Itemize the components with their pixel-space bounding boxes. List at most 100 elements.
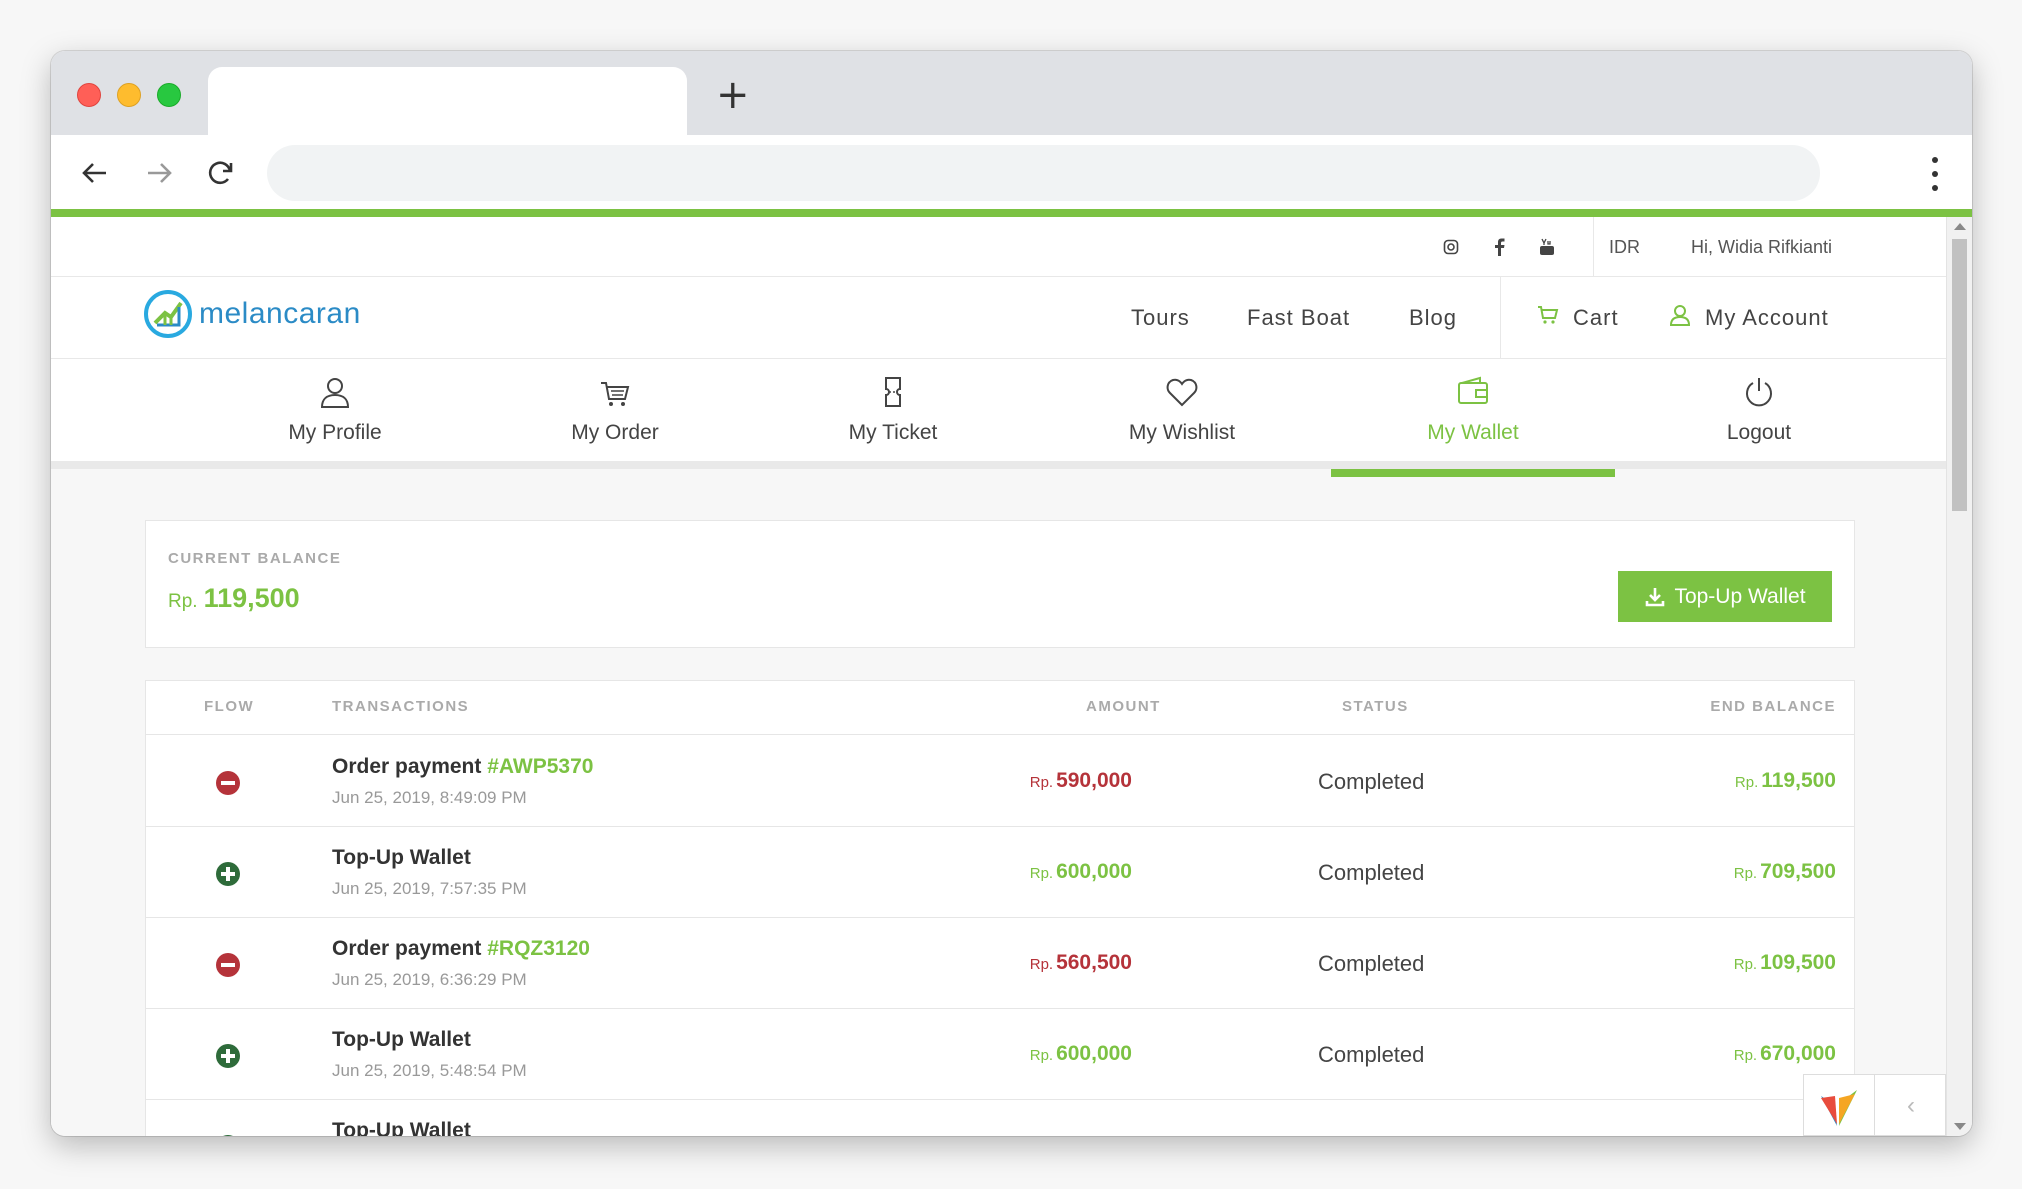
order-link[interactable]: #RQZ3120 [487, 937, 590, 960]
nav-tours[interactable]: Tours [1131, 305, 1190, 331]
account-menu-my-wallet[interactable]: My Wallet [1331, 359, 1615, 477]
transaction-type: Order payment [332, 755, 482, 778]
minus-circle-icon [216, 953, 240, 977]
table-row[interactable]: Order payment #RQZ3120 Jun 25, 2019, 6:3… [146, 918, 1854, 1009]
transaction-status: Completed [1318, 1042, 1425, 1067]
transaction-date: Jun 25, 2019, 8:49:09 PM [332, 788, 527, 807]
amount-value: 560,500 [1056, 951, 1132, 974]
debug-logo-icon[interactable] [1804, 1075, 1875, 1136]
menu-dot-icon [1932, 157, 1938, 163]
transaction-status: Completed [1318, 951, 1425, 976]
currency-selector[interactable]: IDR [1609, 237, 1640, 258]
chevron-left-icon[interactable]: ‹ [1875, 1075, 1946, 1136]
currency-prefix: Rp. [1734, 774, 1759, 791]
forward-button[interactable] [141, 155, 177, 191]
column-header-flow: FLOW [204, 698, 255, 715]
reload-icon [208, 161, 233, 185]
balance-card: CURRENT BALANCE Rp. 119,500 Top-Up Wallet [145, 520, 1855, 648]
nav-my-account[interactable]: My Account [1705, 305, 1829, 331]
account-menu-label: My Profile [288, 421, 382, 444]
scroll-thumb[interactable] [1952, 239, 1967, 511]
currency-prefix: Rp. [1029, 774, 1054, 791]
account-menu-my-ticket[interactable]: My Ticket [751, 359, 1035, 469]
nav-cart[interactable]: Cart [1573, 305, 1619, 331]
table-row[interactable]: Order payment #AWP5370 Jun 25, 2019, 8:4… [146, 736, 1854, 827]
power-icon [1746, 378, 1772, 407]
back-button[interactable] [77, 155, 113, 191]
topup-wallet-label: Top-Up Wallet [1674, 584, 1806, 608]
transaction-status: Completed [1318, 860, 1425, 885]
end-balance-value: 109,500 [1760, 951, 1836, 974]
transaction-amount: Rp. 600,000 [1030, 860, 1132, 884]
browser-window: + IDR Hi, Widia Rifkianti melancaran Tou… [51, 51, 1972, 1136]
table-row[interactable]: Top-Up Wallet Jun 25, 2019, 7:57:35 PM R… [146, 827, 1854, 918]
tab-strip: + [51, 51, 1972, 135]
transaction-title: Top-Up Wallet [332, 1028, 471, 1052]
currency-prefix: Rp. [1733, 865, 1758, 882]
transaction-title: Order payment #RQZ3120 [332, 937, 590, 961]
heart-icon [1166, 378, 1198, 407]
arrow-right-icon [148, 163, 172, 183]
account-menu-label: My Wallet [1427, 421, 1519, 444]
nav-blog[interactable]: Blog [1409, 305, 1457, 331]
plus-circle-icon [216, 1135, 240, 1136]
user-icon [320, 378, 350, 408]
balance-value: 119,500 [203, 583, 300, 613]
browser-tab[interactable] [208, 67, 687, 135]
order-link[interactable]: #AWP5370 [487, 755, 593, 778]
account-menu-logout[interactable]: Logout [1617, 359, 1901, 469]
address-bar[interactable] [267, 145, 1820, 201]
arrow-left-icon [82, 163, 106, 183]
end-balance: Rp. 109,500 [1734, 951, 1836, 975]
account-menu-label: My Order [571, 421, 659, 444]
scroll-up-icon[interactable] [1954, 223, 1966, 230]
reload-button[interactable] [203, 155, 239, 191]
nav-fast-boat[interactable]: Fast Boat [1247, 305, 1350, 331]
account-menu: My Profile My Order My Ticket My Wishlis… [51, 359, 1946, 477]
account-menu-my-order[interactable]: My Order [473, 359, 757, 469]
cart-icon [601, 382, 630, 406]
amount-value: 600,000 [1056, 860, 1132, 883]
browser-menu-button[interactable] [1930, 157, 1940, 191]
divider [1500, 277, 1501, 359]
transactions-table: FLOW TRANSACTIONS AMOUNT STATUS END BALA… [145, 680, 1855, 1136]
topup-wallet-button[interactable]: Top-Up Wallet [1618, 571, 1832, 622]
currency-prefix: Rp. [168, 591, 198, 612]
page-scrollbar[interactable] [1946, 217, 1972, 1136]
facebook-icon [1495, 238, 1505, 256]
menu-dot-icon [1932, 171, 1938, 177]
user-icon [1668, 303, 1692, 332]
instagram-icon [1443, 239, 1459, 255]
browser-toolbar [51, 135, 1972, 215]
debug-toolbar[interactable]: ‹ [1803, 1074, 1946, 1136]
column-header-status: STATUS [1342, 698, 1409, 715]
transaction-title: Top-Up Wallet [332, 846, 471, 870]
scroll-down-icon[interactable] [1954, 1123, 1966, 1130]
plus-circle-icon [216, 862, 240, 886]
new-tab-button[interactable]: + [716, 75, 750, 115]
plus-circle-icon [216, 1044, 240, 1068]
column-header-amount: AMOUNT [1086, 698, 1161, 715]
account-menu-my-profile[interactable]: My Profile [193, 359, 477, 469]
maximize-window-button[interactable] [157, 83, 181, 107]
main-nav: melancaran Tours Fast Boat Blog Cart My … [51, 277, 1946, 359]
account-menu-label: My Ticket [848, 421, 938, 444]
close-window-button[interactable] [77, 83, 101, 107]
end-balance-value: 709,500 [1760, 860, 1836, 883]
table-row[interactable]: Top-Up Wallet [146, 1100, 1854, 1136]
amount-value: 590,000 [1056, 769, 1132, 792]
account-menu-my-wishlist[interactable]: My Wishlist [1040, 359, 1324, 469]
youtube-link[interactable] [1537, 237, 1557, 257]
balance-amount: Rp. 119,500 [168, 583, 300, 614]
minimize-window-button[interactable] [117, 83, 141, 107]
instagram-link[interactable] [1441, 237, 1461, 257]
page-content: IDR Hi, Widia Rifkianti melancaran Tours… [51, 217, 1946, 1136]
transaction-amount: Rp. 590,000 [1030, 769, 1132, 793]
table-row[interactable]: Top-Up Wallet Jun 25, 2019, 5:48:54 PM R… [146, 1009, 1854, 1100]
brand-logo[interactable]: melancaran [143, 289, 361, 339]
facebook-link[interactable] [1489, 237, 1509, 257]
transaction-amount: Rp. 560,500 [1030, 951, 1132, 975]
transaction-type: Top-Up Wallet [332, 1119, 471, 1136]
user-greeting[interactable]: Hi, Widia Rifkianti [1691, 237, 1832, 258]
end-balance-value: 670,000 [1760, 1042, 1836, 1065]
